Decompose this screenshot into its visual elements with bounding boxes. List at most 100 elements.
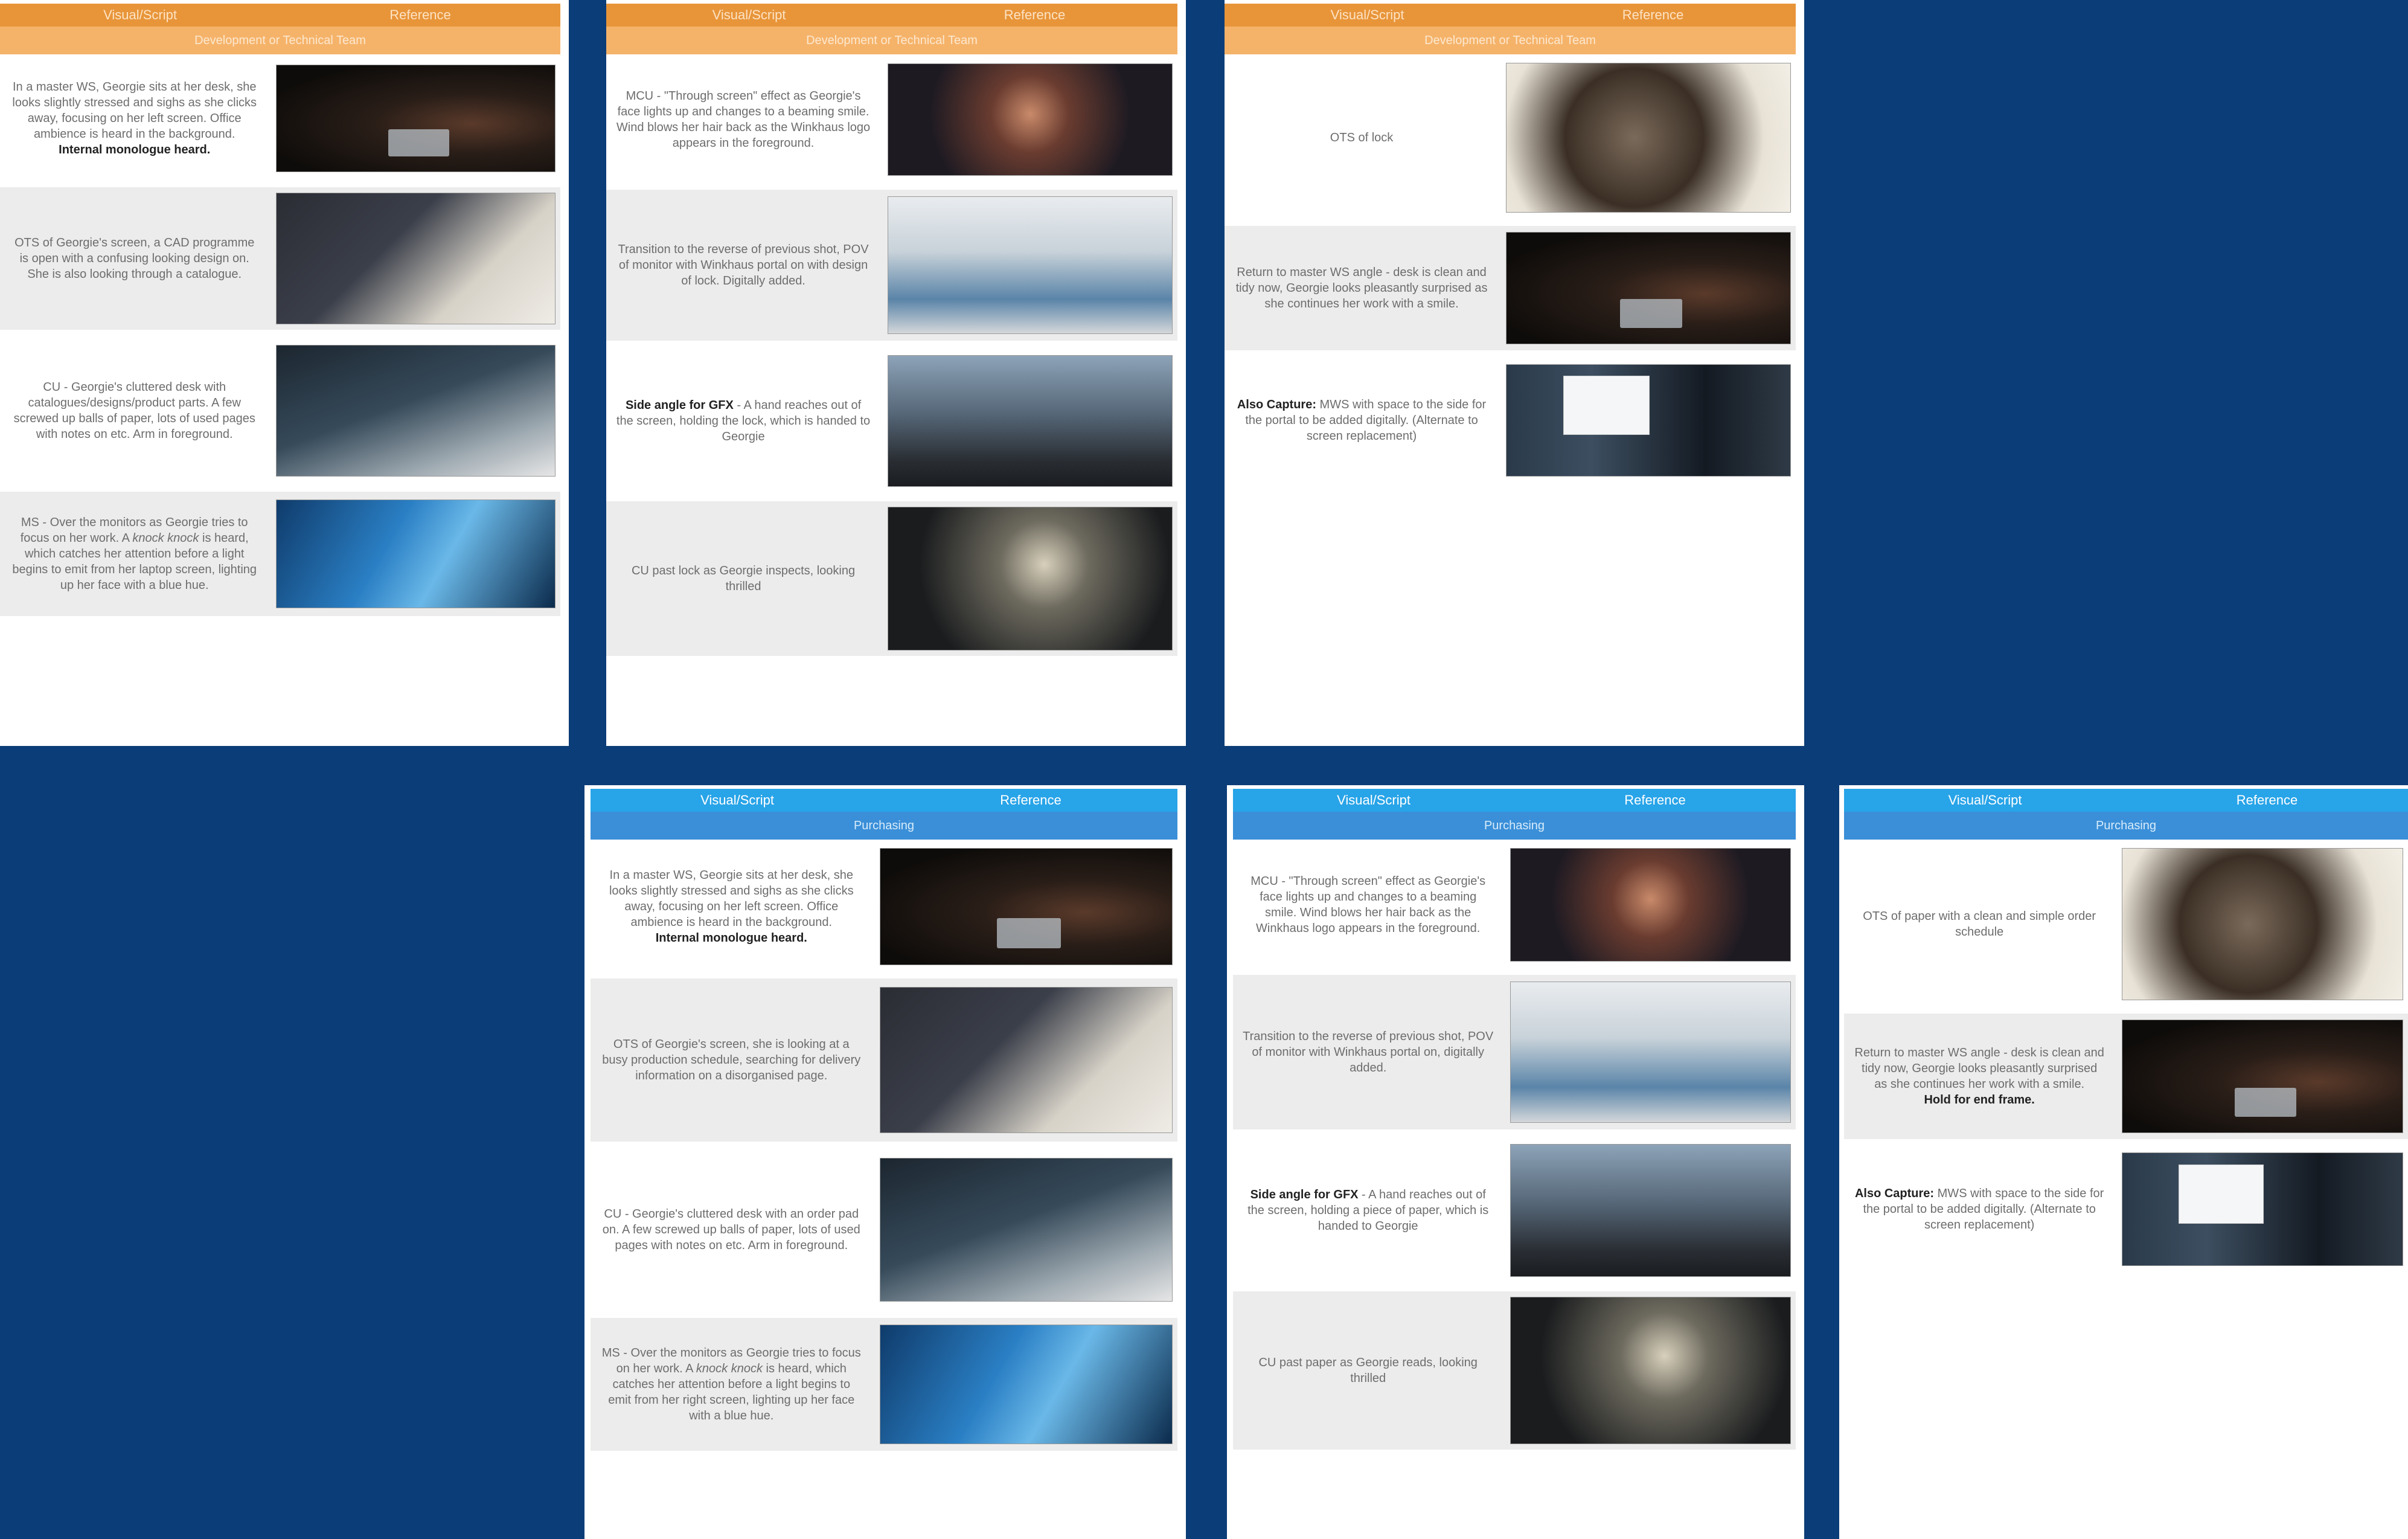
visual-script-header: Visual/Script: [1330, 7, 1404, 22]
shot-text: CU - Georgie's cluttered desk with catal…: [13, 381, 255, 441]
visual-script-header: Visual/Script: [1337, 792, 1411, 808]
column-header: Visual/Script Reference: [1844, 789, 2408, 812]
laptop-shape: [996, 918, 1062, 949]
reference-header: Reference: [1624, 792, 1686, 808]
portal-inset: [1563, 376, 1650, 435]
column-header: Visual/Script Reference: [591, 789, 1177, 812]
shot-text: OTS of lock: [1330, 131, 1394, 144]
shot-row: Side angle for GFX - A hand reaches out …: [1233, 1139, 1796, 1282]
reference-image: [1510, 1144, 1791, 1277]
shot-bold-note: Side angle for GFX: [625, 399, 734, 412]
shot-row: Return to master WS angle - desk is clea…: [1844, 1014, 2408, 1139]
shot-row: Transition to the reverse of previous sh…: [606, 190, 1177, 341]
shot-row: In a master WS, Georgie sits at her desk…: [591, 844, 1177, 969]
shot-description: Side angle for GFX - A hand reaches out …: [606, 397, 880, 445]
shot-row: OTS of Georgie's screen, she is looking …: [591, 978, 1177, 1142]
reference-image: [2122, 1152, 2403, 1266]
shot-description: Return to master WS angle - desk is clea…: [1844, 1045, 2115, 1108]
shot-text: CU past paper as Georgie reads, looking …: [1258, 1356, 1478, 1385]
reference-header: Reference: [389, 7, 451, 22]
shot-description: Also Capture: MWS with space to the side…: [1225, 397, 1499, 444]
shot-description: CU past paper as Georgie reads, looking …: [1233, 1355, 1503, 1386]
shot-row: Side angle for GFX - A hand reaches out …: [606, 350, 1177, 492]
storyboard-page-dev-3: Visual/Script Reference Development or T…: [1225, 0, 1804, 746]
reference-image: [879, 1158, 1173, 1302]
shot-description: Return to master WS angle - desk is clea…: [1225, 265, 1499, 312]
shot-row: CU past paper as Georgie reads, looking …: [1233, 1291, 1796, 1450]
shot-row: OTS of paper with a clean and simple ord…: [1844, 844, 2408, 1004]
shot-row: Return to master WS angle - desk is clea…: [1225, 226, 1796, 350]
shot-text: OTS of Georgie's screen, a CAD programme…: [14, 236, 255, 281]
shot-italic-text: knock knock: [132, 532, 199, 545]
reference-image: [1510, 848, 1791, 962]
shot-description: CU past lock as Georgie inspects, lookin…: [606, 563, 880, 594]
shot-description: Also Capture: MWS with space to the side…: [1844, 1186, 2115, 1233]
shot-description: Transition to the reverse of previous sh…: [606, 242, 880, 289]
shot-description: CU - Georgie's cluttered desk with an or…: [591, 1206, 873, 1253]
shot-description: MCU - "Through screen" effect as Georgie…: [606, 88, 880, 151]
shot-description: OTS of Georgie's screen, a CAD programme…: [0, 235, 269, 282]
column-header: Visual/Script Reference: [606, 4, 1177, 27]
team-subheader: Purchasing: [1844, 812, 2408, 840]
reference-image: [276, 193, 556, 324]
shot-row: OTS of lock: [1225, 59, 1796, 216]
reference-image: [1506, 232, 1791, 344]
team-subheader: Purchasing: [591, 812, 1177, 840]
shot-row: Also Capture: MWS with space to the side…: [1225, 360, 1796, 481]
shot-bold-note: Internal monologue heard.: [655, 931, 807, 945]
shot-description: OTS of Georgie's screen, she is looking …: [591, 1036, 873, 1084]
shot-row: OTS of Georgie's screen, a CAD programme…: [0, 187, 560, 330]
shot-text: In a master WS, Georgie sits at her desk…: [12, 80, 257, 141]
storyboard-page-dev-2: Visual/Script Reference Development or T…: [606, 0, 1186, 746]
shot-description: In a master WS, Georgie sits at her desk…: [0, 79, 269, 158]
shot-description: Transition to the reverse of previous sh…: [1233, 1029, 1503, 1076]
shot-bold-note: Hold for end frame.: [1924, 1093, 2035, 1107]
shot-description: OTS of paper with a clean and simple ord…: [1844, 908, 2115, 940]
storyboard-page-dev-1: Visual/Script Reference Development or T…: [0, 0, 569, 746]
team-subheader: Development or Technical Team: [606, 27, 1177, 54]
shot-row: MCU - "Through screen" effect as Georgie…: [1233, 844, 1796, 965]
column-header: Visual/Script Reference: [0, 4, 560, 27]
shot-row: MCU - "Through screen" effect as Georgie…: [606, 59, 1177, 180]
reference-image: [276, 345, 556, 477]
shot-description: Side angle for GFX - A hand reaches out …: [1233, 1187, 1503, 1234]
shot-bold-note: Also Capture:: [1237, 398, 1316, 411]
visual-script-header: Visual/Script: [1948, 792, 2022, 808]
shot-text: Transition to the reverse of previous sh…: [618, 243, 869, 288]
visual-script-header: Visual/Script: [712, 7, 786, 22]
shot-text: MCU - "Through screen" effect as Georgie…: [1250, 875, 1486, 935]
reference-image: [879, 1325, 1173, 1444]
portal-inset: [2179, 1164, 2264, 1224]
shot-row: Also Capture: MWS with space to the side…: [1844, 1149, 2408, 1270]
shot-row: CU - Georgie's cluttered desk with an or…: [591, 1151, 1177, 1308]
shot-text: MCU - "Through screen" effect as Georgie…: [616, 89, 871, 150]
shot-bold-note: Internal monologue heard.: [59, 143, 211, 156]
shot-text: Transition to the reverse of previous sh…: [1243, 1030, 1494, 1075]
reference-image: [276, 500, 556, 608]
team-subheader: Development or Technical Team: [0, 27, 560, 54]
shot-text: CU past lock as Georgie inspects, lookin…: [631, 564, 856, 593]
team-subheader: Development or Technical Team: [1225, 27, 1796, 54]
visual-script-header: Visual/Script: [700, 792, 774, 808]
shot-row: CU past lock as Georgie inspects, lookin…: [606, 501, 1177, 656]
reference-image: [888, 63, 1173, 176]
reference-image: [1510, 982, 1791, 1123]
shot-row: Transition to the reverse of previous sh…: [1233, 975, 1796, 1129]
shot-row: CU - Georgie's cluttered desk with catal…: [0, 339, 560, 482]
shot-description: MCU - "Through screen" effect as Georgie…: [1233, 873, 1503, 936]
reference-header: Reference: [2236, 792, 2298, 808]
shot-description: In a master WS, Georgie sits at her desk…: [591, 867, 873, 946]
shot-italic-text: knock knock: [696, 1362, 763, 1375]
shot-description: CU - Georgie's cluttered desk with catal…: [0, 379, 269, 442]
reference-image: [1506, 364, 1791, 477]
storyboard-page-purchasing-1: Visual/Script Reference Purchasing In a …: [584, 785, 1186, 1539]
shot-text: Return to master WS angle - desk is clea…: [1854, 1046, 2104, 1091]
shot-bold-note: Side angle for GFX: [1250, 1188, 1359, 1201]
column-header: Visual/Script Reference: [1225, 4, 1796, 27]
reference-image: [276, 65, 556, 172]
shot-text: Return to master WS angle - desk is clea…: [1235, 266, 1488, 310]
column-header: Visual/Script Reference: [1233, 789, 1796, 812]
reference-header: Reference: [1000, 792, 1062, 808]
shot-description: OTS of lock: [1225, 130, 1499, 146]
storyboard-page-purchasing-3: Visual/Script Reference Purchasing OTS o…: [1839, 785, 2408, 1539]
